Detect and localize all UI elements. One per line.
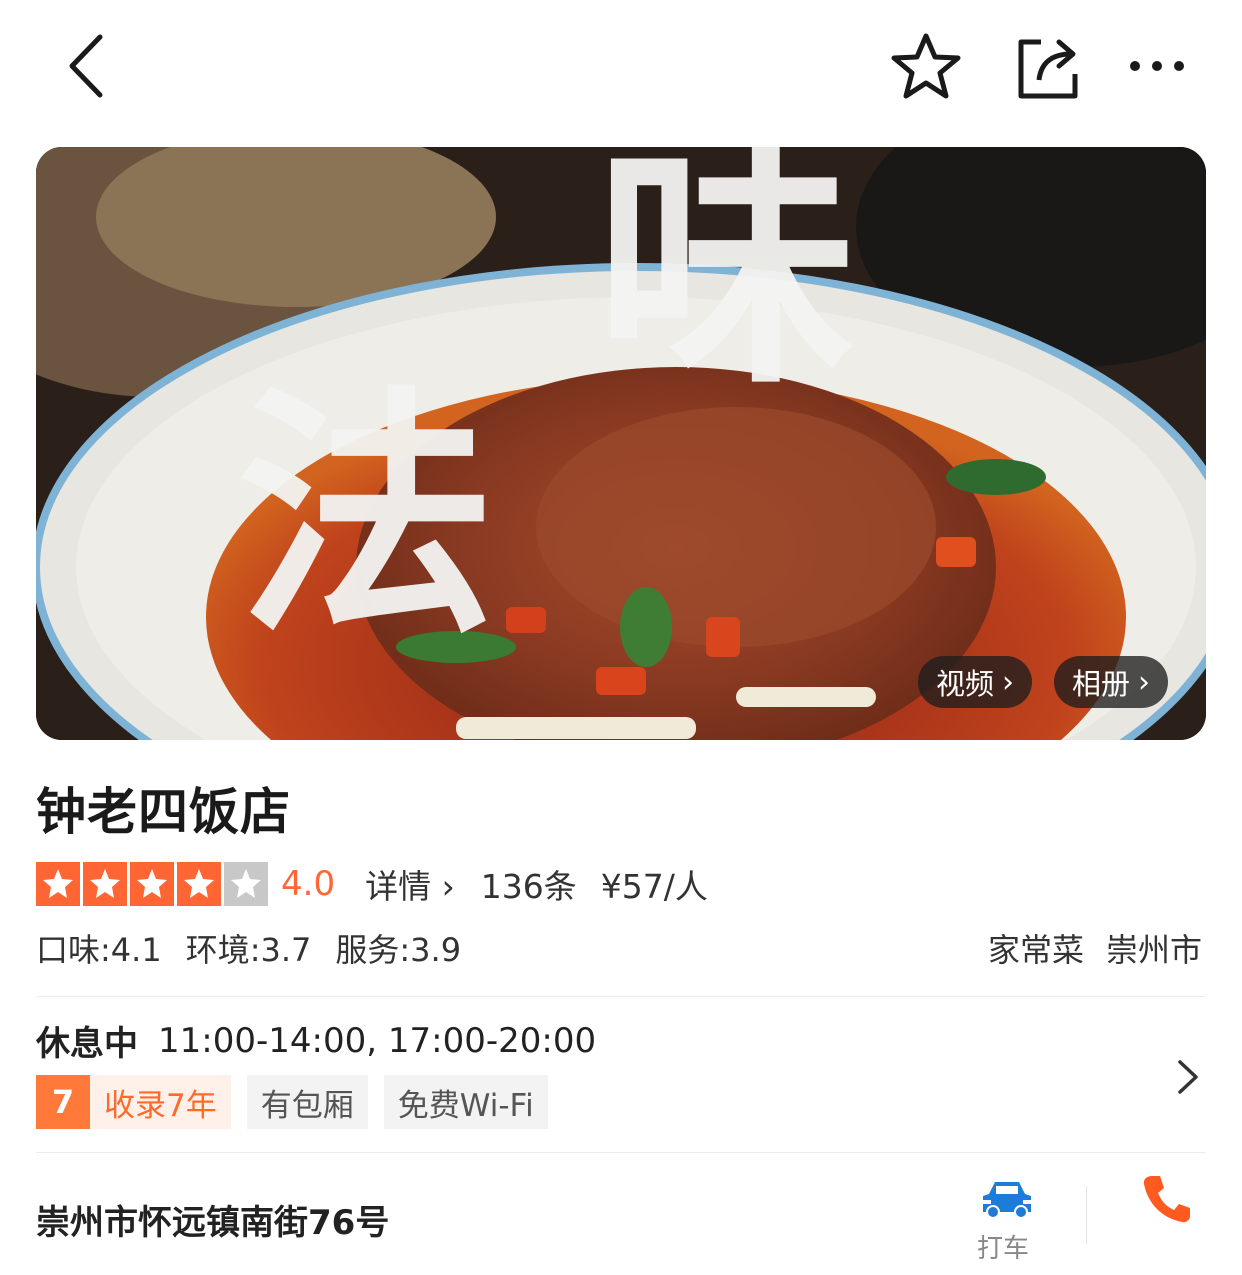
divider bbox=[36, 996, 1206, 997]
hero-photo[interactable]: 味 法 bbox=[36, 147, 1206, 740]
taxi-label: 打车 bbox=[977, 1234, 1030, 1264]
detail-link[interactable]: 详情 › bbox=[365, 860, 455, 908]
chevron-left-icon bbox=[69, 34, 103, 98]
call-button[interactable] bbox=[1140, 1172, 1194, 1230]
chevron-right-icon: › bbox=[1138, 664, 1151, 700]
star-rating bbox=[36, 862, 271, 906]
favorite-button[interactable] bbox=[888, 30, 964, 102]
taste-score: 口味:4.1 bbox=[36, 931, 162, 969]
top-navigation-bar bbox=[0, 0, 1242, 130]
rating-row: 4.0 详情 › 136条 ¥57/人 bbox=[36, 858, 708, 910]
restaurant-name: 钟老四饭店 bbox=[36, 783, 291, 841]
open-status: 休息中 bbox=[36, 1024, 138, 1064]
years-number: 7 bbox=[36, 1075, 90, 1129]
rating-star bbox=[36, 862, 80, 906]
video-label: 视频 bbox=[936, 667, 995, 701]
city: 崇州市 bbox=[1105, 931, 1202, 969]
chevron-right-icon bbox=[1178, 1060, 1198, 1094]
star-outline-icon bbox=[891, 33, 961, 99]
rating-star bbox=[130, 862, 174, 906]
divider bbox=[36, 1152, 1206, 1153]
chevron-right-icon: › bbox=[1002, 664, 1015, 700]
more-horizontal-icon bbox=[1130, 61, 1184, 71]
divider-vertical bbox=[1086, 1186, 1087, 1244]
tag-list: 7 收录7年 有包厢 免费Wi-Fi bbox=[36, 1075, 564, 1129]
business-hours[interactable]: 休息中 11:00-14:00, 17:00-20:00 bbox=[36, 1016, 596, 1065]
hours-chevron-button[interactable] bbox=[1176, 1058, 1200, 1100]
rating-star bbox=[83, 862, 127, 906]
category: 家常菜 bbox=[987, 931, 1084, 969]
share-button[interactable] bbox=[1012, 32, 1084, 102]
category-location: 家常菜 崇州市 bbox=[966, 925, 1202, 971]
price-per-person: ¥57/人 bbox=[600, 867, 708, 906]
taxi-button[interactable] bbox=[975, 1178, 1039, 1224]
sub-scores: 口味:4.1 环境:3.7 服务:3.9 bbox=[36, 925, 485, 971]
service-score: 服务:3.9 bbox=[335, 931, 462, 969]
calligraphy-overlay-2: 法 bbox=[236, 364, 496, 669]
years-label: 收录7年 bbox=[90, 1075, 231, 1129]
album-button[interactable]: 相册 › bbox=[1054, 656, 1169, 708]
rating-star bbox=[224, 862, 268, 906]
address-text[interactable]: 崇州市怀远镇南街76号 bbox=[36, 1195, 389, 1244]
calligraphy-overlay-1: 味 bbox=[596, 147, 856, 419]
share-icon bbox=[1018, 39, 1078, 99]
rating-score: 4.0 bbox=[281, 864, 336, 904]
phone-icon bbox=[1143, 1176, 1190, 1223]
album-label: 相册 bbox=[1072, 667, 1131, 701]
chevron-right-icon: › bbox=[441, 867, 455, 906]
tag-free-wifi: 免费Wi-Fi bbox=[383, 1075, 548, 1129]
years-listed-badge: 7 收录7年 bbox=[36, 1075, 231, 1129]
back-button[interactable] bbox=[58, 30, 114, 102]
video-button[interactable]: 视频 › bbox=[918, 656, 1033, 708]
more-button[interactable] bbox=[1124, 44, 1190, 88]
rating-star bbox=[177, 862, 221, 906]
tag-private-room: 有包厢 bbox=[246, 1075, 368, 1129]
detail-label: 详情 bbox=[365, 867, 432, 906]
review-count[interactable]: 136条 bbox=[481, 860, 577, 908]
hours-text: 11:00-14:00, 17:00-20:00 bbox=[158, 1020, 597, 1061]
car-icon bbox=[983, 1182, 1031, 1219]
environment-score: 环境:3.7 bbox=[185, 931, 312, 969]
